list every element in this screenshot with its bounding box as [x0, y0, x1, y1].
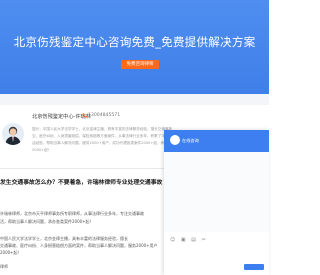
- chat-title: 在线咨询: [182, 138, 199, 143]
- chat-avatar-icon: [170, 135, 180, 145]
- article-line: 交通事故、医疗纠纷、人身损害赔偿方面的案件，帮助当事人解决问题，服务2000+用…: [0, 243, 158, 248]
- image-icon[interactable]: ▣: [181, 237, 188, 243]
- avatar-image: [2, 123, 24, 145]
- chat-message-area: [164, 152, 269, 232]
- lawyer-avatar: [2, 123, 24, 145]
- article-line: 2000+起！: [0, 250, 22, 255]
- lawyer-desc-line: 2000+起！: [32, 148, 52, 152]
- lawyer-phone[interactable]: 13004845571: [88, 113, 120, 118]
- consult-button[interactable]: 免费咨询律师: [121, 60, 159, 69]
- chat-send-button[interactable]: [244, 264, 264, 270]
- lawyer-desc-line: 活经验，帮助当事人解决问题，服务2000+用户，成功代理各类案件2000+起，承…: [32, 141, 183, 145]
- chat-toolbar: ☺ ▣ ▤ ✂: [170, 237, 208, 243]
- article-line: 中国人民大学法学学士，北京金律主播，具有丰富的法律服务经验，擅长: [0, 236, 128, 241]
- section-gap: [0, 94, 269, 105]
- chat-panel: 在线咨询 ☺ ▣ ▤ ✂: [164, 130, 269, 275]
- smile-icon[interactable]: ☺: [170, 237, 177, 243]
- phone-icon: [82, 113, 87, 118]
- chat-input[interactable]: [168, 246, 264, 266]
- article-line: 律师: [0, 264, 8, 269]
- page-title: 北京伤残鉴定中心咨询免费_免费提供解决方案: [13, 35, 256, 49]
- article-line: 活，帮助当事人解决问题，承办各类案件2000+起！: [0, 219, 94, 224]
- file-icon[interactable]: ▤: [191, 237, 198, 243]
- hero-banner: 北京伤残鉴定中心咨询免费_免费提供解决方案 免费咨询律师: [0, 0, 269, 94]
- article-line: 许瑞林律师，北京市天平律师事务所专职律师，从事法律行业多年，专注交通事故: [0, 211, 144, 216]
- scissor-icon[interactable]: ✂: [201, 237, 207, 243]
- lawyer-desc-line: 擅长：中国人民大学法学学士，北京金律主播，具有丰富的法律服务经验，擅长交通事故: [32, 127, 173, 131]
- chat-header: 在线咨询: [164, 130, 269, 152]
